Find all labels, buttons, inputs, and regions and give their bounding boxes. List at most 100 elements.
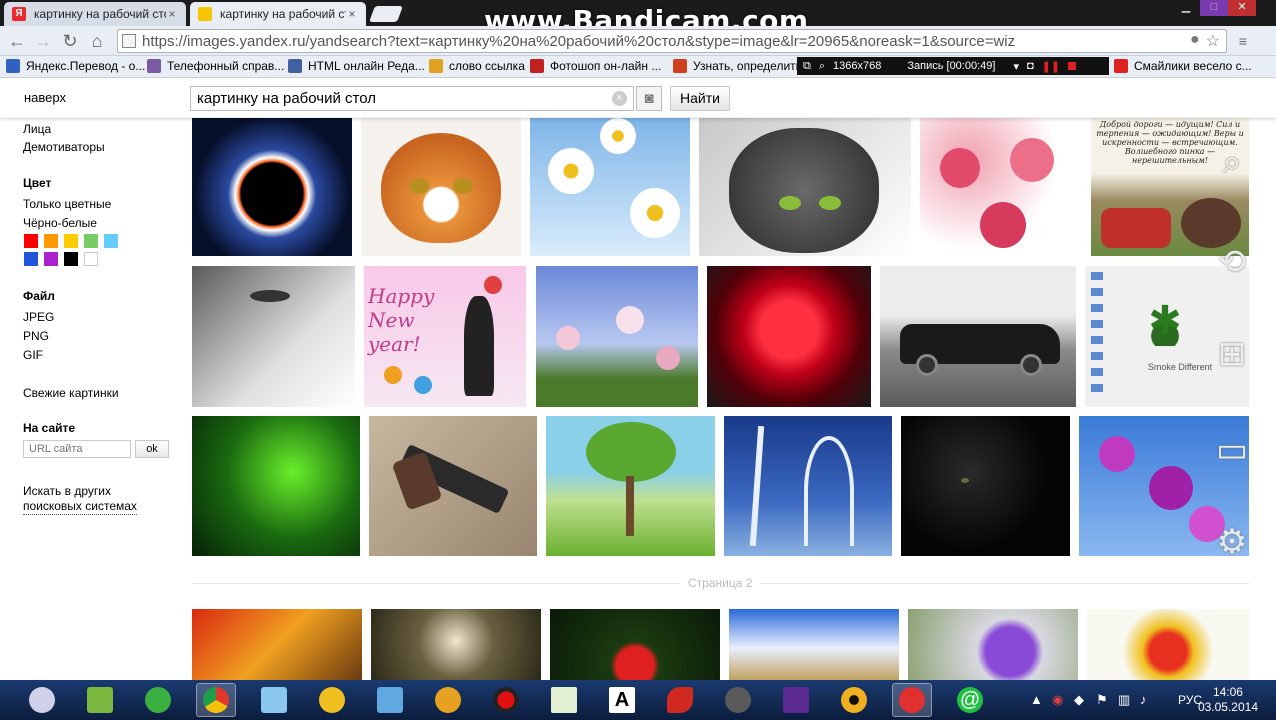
system-clock[interactable]: 14:06 03.05.2014	[1198, 685, 1258, 715]
image-thumbnail[interactable]	[192, 416, 360, 556]
home-icon[interactable]: ⌂	[86, 30, 108, 52]
image-thumbnail[interactable]	[530, 118, 690, 256]
minimize-icon[interactable]: ▁	[1172, 0, 1200, 16]
bookmark-item[interactable]: Телефонный справ...	[147, 59, 284, 73]
image-thumbnail[interactable]	[536, 266, 698, 407]
tray-mail-icon[interactable]: ◉	[1052, 692, 1063, 708]
bookmark-item[interactable]: HTML онлайн Реда...	[288, 59, 425, 73]
image-thumbnail[interactable]: Доброй дороги — идущим! Сил и терпения —…	[1091, 118, 1249, 256]
site-ok-button[interactable]: ok	[135, 440, 169, 458]
color-swatch-green[interactable]	[84, 234, 98, 248]
taskbar-app-media[interactable]	[428, 683, 468, 717]
filter-faces-link[interactable]: Лица	[23, 122, 51, 136]
other-search-link[interactable]: Искать в других поисковых системах	[23, 484, 137, 515]
forward-icon[interactable]: →	[32, 30, 54, 52]
taskbar-app-chrome[interactable]	[196, 683, 236, 717]
image-thumbnail[interactable]	[546, 416, 715, 556]
microphone-icon[interactable]: ●	[1190, 31, 1200, 51]
bookmark-item[interactable]: Узнать, определить	[673, 59, 802, 73]
tab-yandex-search[interactable]: Я картинку на рабочий сто ×	[4, 2, 186, 26]
fresh-images-link[interactable]: Свежие картинки	[23, 386, 119, 400]
color-swatch-cyan[interactable]	[104, 234, 118, 248]
color-swatch-blue[interactable]	[24, 252, 38, 266]
taskbar-app-network[interactable]	[138, 683, 178, 717]
tray-volume-icon[interactable]: ♪	[1140, 692, 1147, 707]
taskbar-app-hex[interactable]	[776, 683, 816, 717]
camera-icon[interactable]: ◘	[1027, 60, 1034, 72]
taskbar-app-charts[interactable]	[544, 683, 584, 717]
tray-expand-icon[interactable]: ▲	[1030, 692, 1043, 707]
taskbar-app-notes[interactable]	[254, 683, 294, 717]
maximize-icon[interactable]: □	[1200, 0, 1228, 16]
image-thumbnail[interactable]	[724, 416, 892, 556]
taskbar-app-paint[interactable]	[22, 683, 62, 717]
bookmark-star-icon[interactable]: ☆	[1206, 31, 1220, 51]
bookmark-item[interactable]: Смайлики весело с...	[1114, 59, 1252, 73]
address-bar[interactable]: https://images.yandex.ru/yandsearch?text…	[117, 29, 1227, 53]
share-icon[interactable]: ⟲	[1210, 240, 1254, 284]
tab-yandex-images[interactable]: картинку на рабочий сто ×	[190, 2, 366, 26]
close-tab-icon[interactable]: ×	[166, 7, 178, 21]
camera-search-icon[interactable]: ◙	[636, 86, 662, 111]
image-thumbnail[interactable]	[192, 118, 352, 256]
close-window-icon[interactable]: ✕	[1228, 0, 1256, 16]
bookmark-item[interactable]: Яндекс.Перевод - о...	[6, 59, 145, 73]
search-input[interactable]: картинку на рабочий стол ×	[190, 86, 634, 111]
stop-icon[interactable]	[1068, 62, 1077, 70]
tray-shield-icon[interactable]: ◆	[1074, 692, 1084, 708]
image-thumbnail[interactable]	[901, 416, 1070, 556]
taskbar-app-installer[interactable]	[80, 683, 120, 717]
devices-icon[interactable]: ▭	[1210, 428, 1254, 472]
image-thumbnail[interactable]	[371, 609, 541, 680]
taskbar-app-wheel[interactable]	[834, 683, 874, 717]
taskbar-app-mail[interactable]: @	[950, 683, 990, 717]
tray-network-icon[interactable]: ▥	[1118, 692, 1130, 708]
image-thumbnail[interactable]	[880, 266, 1076, 407]
taskbar-app-tanks[interactable]	[718, 683, 758, 717]
filter-demotivators-link[interactable]: Демотиваторы	[23, 140, 105, 154]
clear-icon[interactable]: ×	[612, 91, 627, 106]
new-tab-button[interactable]	[369, 6, 403, 22]
bookmark-item[interactable]: Фотошоп он-лайн ...	[530, 59, 661, 73]
image-thumbnail[interactable]	[1087, 609, 1249, 680]
taskbar-app-player[interactable]	[892, 683, 932, 717]
color-swatch-orange[interactable]	[44, 234, 58, 248]
search-button[interactable]: Найти	[670, 86, 730, 111]
image-thumbnail[interactable]	[192, 609, 362, 680]
image-thumbnail[interactable]	[699, 118, 911, 256]
file-png-link[interactable]: PNG	[23, 329, 49, 343]
image-thumbnail[interactable]	[908, 609, 1078, 680]
dropdown-icon[interactable]: ▾	[1013, 60, 1019, 73]
windows-icon[interactable]: ⊞	[1210, 332, 1254, 376]
taskbar-app-warning[interactable]	[312, 683, 352, 717]
taskbar-app-transfer[interactable]	[370, 683, 410, 717]
image-thumbnail[interactable]: Happy New year!	[364, 266, 526, 407]
color-swatch-red[interactable]	[24, 234, 38, 248]
file-jpeg-link[interactable]: JPEG	[23, 310, 54, 324]
image-thumbnail[interactable]	[361, 118, 521, 256]
color-swatch-black[interactable]	[64, 252, 78, 266]
taskbar-app-font[interactable]: A	[602, 683, 642, 717]
image-thumbnail[interactable]	[729, 609, 899, 680]
back-to-top-link[interactable]: наверх	[18, 87, 72, 109]
reload-icon[interactable]: ↻	[59, 30, 81, 52]
file-gif-link[interactable]: GIF	[23, 348, 43, 362]
magnifier-icon[interactable]: ⌕	[1210, 140, 1254, 184]
color-swatch-white[interactable]	[84, 252, 98, 266]
settings-gear-icon[interactable]: ⚙	[1210, 520, 1254, 564]
image-thumbnail[interactable]	[192, 266, 355, 407]
menu-icon[interactable]: ≡	[1232, 30, 1254, 52]
color-swatch-yellow[interactable]	[64, 234, 78, 248]
color-only-link[interactable]: Только цветные	[23, 197, 111, 211]
taskbar-app-pepper[interactable]	[660, 683, 700, 717]
close-tab-icon[interactable]: ×	[346, 7, 358, 21]
image-thumbnail[interactable]	[369, 416, 537, 556]
image-thumbnail[interactable]	[550, 609, 720, 680]
tray-flag-icon[interactable]: ⚑	[1096, 692, 1108, 708]
site-url-input[interactable]	[23, 440, 131, 458]
image-thumbnail[interactable]	[920, 118, 1082, 256]
bookmark-item[interactable]: слово ссылка	[429, 59, 525, 73]
color-swatch-purple[interactable]	[44, 252, 58, 266]
image-thumbnail[interactable]	[707, 266, 871, 407]
color-bw-link[interactable]: Чёрно-белые	[23, 216, 97, 230]
